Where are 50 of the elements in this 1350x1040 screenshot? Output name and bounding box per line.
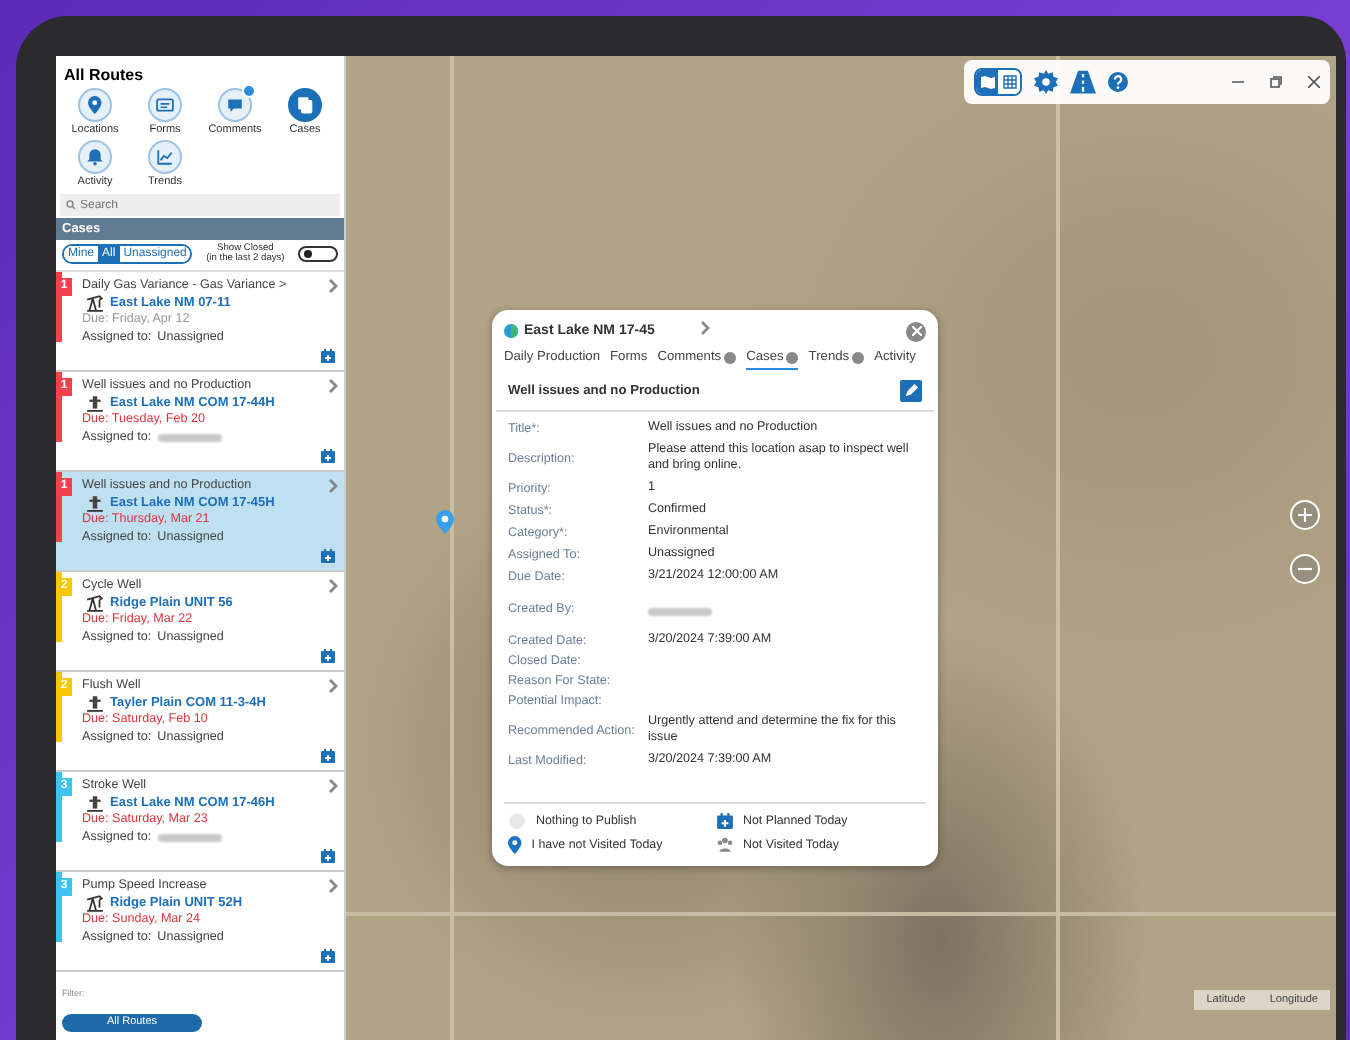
zoom-in-icon[interactable] bbox=[1290, 500, 1320, 530]
chevron-icon[interactable] bbox=[328, 777, 338, 798]
pumpjack-icon bbox=[86, 594, 104, 613]
settings-icon[interactable] bbox=[1034, 70, 1058, 94]
calendar-add-icon[interactable] bbox=[320, 947, 336, 964]
minimize-icon[interactable] bbox=[1232, 76, 1244, 88]
calendar-add-icon[interactable] bbox=[320, 747, 336, 764]
wellhead-icon bbox=[86, 394, 104, 413]
calendar-add-icon[interactable] bbox=[320, 547, 336, 564]
location-icon bbox=[504, 324, 518, 338]
grid-icon bbox=[1001, 74, 1017, 90]
view-toggle-button[interactable] bbox=[998, 70, 1020, 94]
calendar-add-icon[interactable] bbox=[715, 812, 733, 830]
toggle-switch[interactable] bbox=[297, 246, 338, 263]
chart-icon bbox=[156, 148, 174, 166]
road-icon[interactable] bbox=[1070, 70, 1096, 94]
people-icon bbox=[715, 836, 733, 854]
documents-icon bbox=[296, 96, 314, 114]
chevron-icon[interactable] bbox=[328, 277, 338, 298]
calendar-add-icon[interactable] bbox=[320, 647, 336, 664]
form-icon bbox=[156, 96, 174, 114]
chat-icon bbox=[226, 96, 244, 114]
chevron-icon[interactable] bbox=[328, 577, 338, 598]
help-icon[interactable] bbox=[1108, 72, 1128, 92]
edit-icon[interactable] bbox=[900, 380, 922, 402]
map-icon bbox=[979, 74, 995, 90]
restore-icon[interactable] bbox=[1270, 76, 1282, 88]
close-icon[interactable] bbox=[1308, 76, 1320, 88]
calendar-add-icon[interactable] bbox=[320, 447, 336, 464]
map-pin-icon bbox=[508, 836, 522, 854]
satellite-map[interactable] bbox=[346, 56, 1336, 1040]
pumpjack-icon bbox=[86, 894, 104, 913]
calendar-add-icon[interactable] bbox=[320, 847, 336, 864]
wellhead-icon bbox=[86, 794, 104, 813]
bell-icon bbox=[86, 148, 104, 166]
chevron-icon[interactable] bbox=[328, 677, 338, 698]
pumpjack-icon bbox=[86, 294, 104, 313]
chevron-icon[interactable] bbox=[328, 877, 338, 898]
wellhead-icon bbox=[86, 494, 104, 513]
wellhead-icon bbox=[86, 694, 104, 713]
map-pin-icon bbox=[88, 96, 102, 114]
chevron-icon[interactable] bbox=[328, 477, 338, 498]
view-toggle-button[interactable] bbox=[976, 70, 998, 94]
map-pin-icon bbox=[436, 510, 454, 534]
sidebar-title: All Routes bbox=[62, 64, 146, 88]
chevron-icon[interactable] bbox=[328, 377, 338, 398]
close-icon[interactable] bbox=[906, 321, 926, 341]
zoom-out-icon[interactable] bbox=[1290, 554, 1320, 584]
calendar-add-icon[interactable] bbox=[320, 347, 336, 364]
search-icon bbox=[66, 200, 76, 210]
